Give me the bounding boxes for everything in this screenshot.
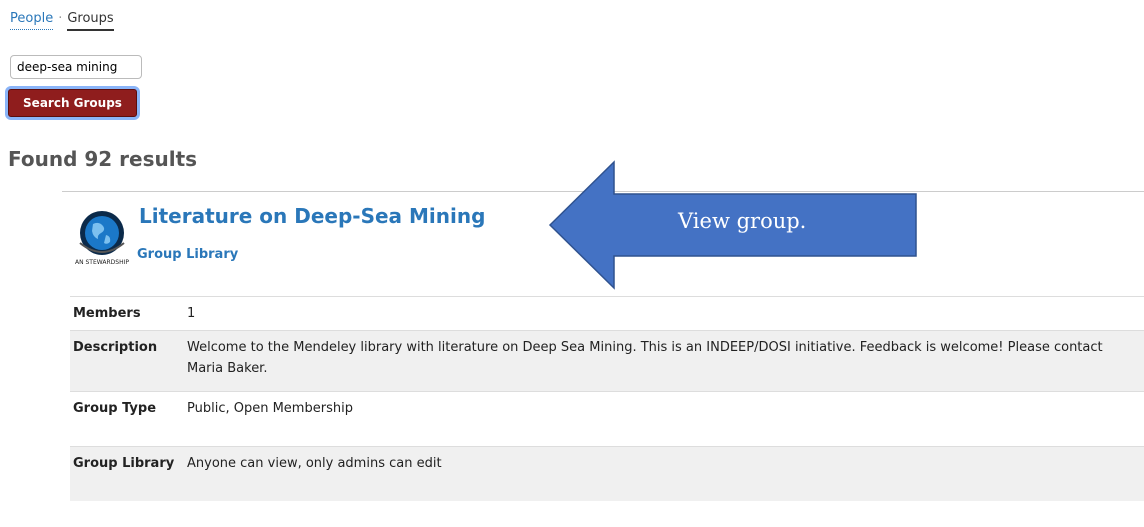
group-details-table: Members 1 Description Welcome to the Men… bbox=[70, 296, 1144, 501]
table-row: Group Type Public, Open Membership bbox=[70, 391, 1144, 447]
results-heading: Found 92 results bbox=[8, 147, 198, 171]
members-value: 1 bbox=[184, 296, 1144, 331]
group-type-value: Public, Open Membership bbox=[184, 391, 1144, 447]
group-library-value: Anyone can view, only admins can edit bbox=[184, 446, 1144, 501]
description-value: Welcome to the Mendeley library with lit… bbox=[184, 330, 1144, 392]
group-library-link[interactable]: Group Library bbox=[137, 247, 238, 262]
members-label: Members bbox=[70, 296, 184, 331]
search-groups-button[interactable]: Search Groups bbox=[8, 89, 137, 117]
table-row: Group Library Anyone can view, only admi… bbox=[70, 446, 1144, 501]
table-row: Members 1 bbox=[70, 296, 1144, 331]
logo-text: AN STEWARDSHIP bbox=[75, 259, 129, 266]
description-label: Description bbox=[70, 330, 184, 392]
search-input[interactable] bbox=[10, 55, 142, 79]
table-row: Description Welcome to the Mendeley libr… bbox=[70, 330, 1144, 392]
group-library-label: Group Library bbox=[70, 446, 184, 501]
people-link[interactable]: People bbox=[10, 11, 54, 30]
logo-globe bbox=[85, 216, 119, 250]
group-title-link[interactable]: Literature on Deep-Sea Mining bbox=[139, 204, 485, 228]
group-logo: AN STEWARDSHIP bbox=[75, 211, 129, 266]
breadcrumb-nav: People · Groups bbox=[10, 11, 114, 31]
nav-separator: · bbox=[58, 11, 63, 26]
groups-link[interactable]: Groups bbox=[67, 11, 114, 31]
group-type-label: Group Type bbox=[70, 391, 184, 447]
callout-text: View group. bbox=[678, 209, 807, 233]
